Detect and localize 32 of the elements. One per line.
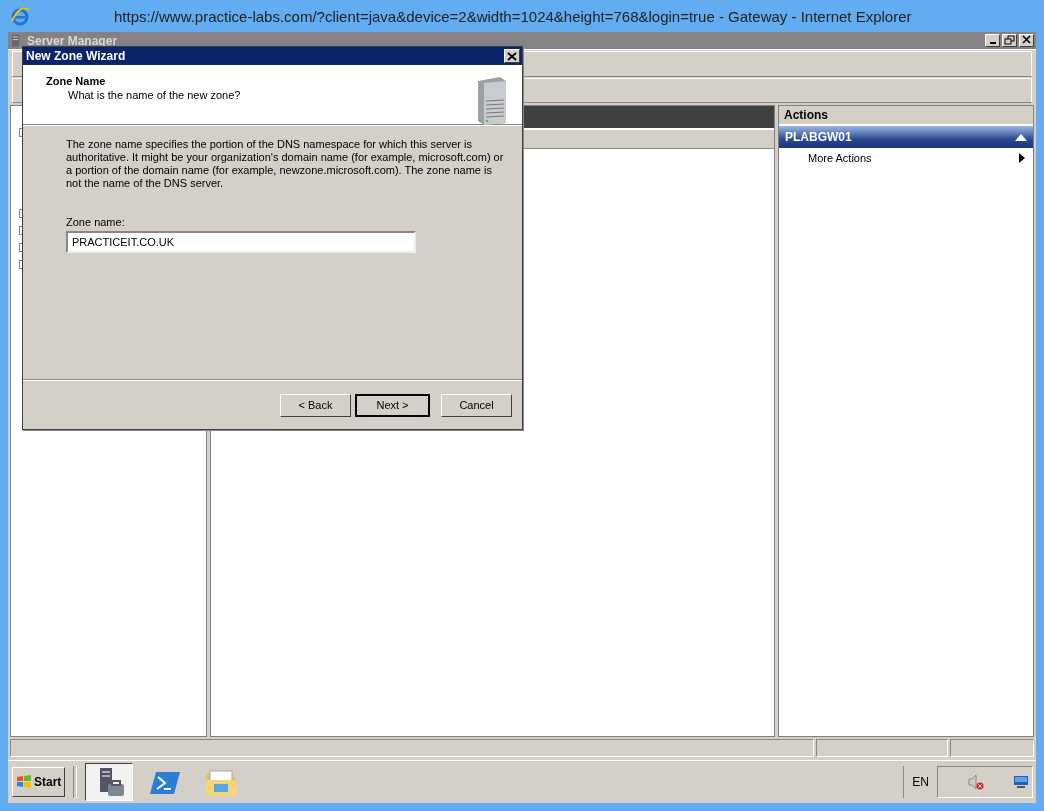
app-icon xyxy=(12,33,21,48)
monitor-icon[interactable] xyxy=(1014,776,1028,788)
action-link[interactable]: More Actions xyxy=(808,152,872,164)
window-title: https://www.practice-labs.com/?client=java&device=2&width=1024&height=768&login=true - Gateway - Internet Explorer xyxy=(114,7,912,25)
windows-logo-icon xyxy=(16,774,32,790)
minimize-button[interactable] xyxy=(985,34,1000,47)
browser-logo-icon xyxy=(10,6,30,26)
group-title: PLABGW01 xyxy=(785,130,852,144)
wizard-button[interactable]: Cancel xyxy=(441,393,512,417)
language-indicator[interactable]: EN xyxy=(903,766,937,798)
field-label: Zone name: xyxy=(66,216,126,228)
collapse-icon[interactable] xyxy=(1015,133,1027,141)
dialog-title: New Zone Wizard xyxy=(26,49,126,63)
wizard-button[interactable]: Next > xyxy=(355,393,430,417)
minimize-icon xyxy=(989,42,996,44)
zone-name-field[interactable]: PRACTICEIT.CO.UK xyxy=(66,231,416,253)
description-text: The zone name specifies the portion of the DNS namespace for which this server is authoritative. It might be your organization's domain name (for example, microsoft.com) or a portion of the domain name (for example, newzone.microsoft.com). The zone name is not the name of the DNS server. xyxy=(66,138,505,190)
restore-button[interactable] xyxy=(1002,34,1017,47)
close-button[interactable] xyxy=(504,49,520,63)
actions-group-header[interactable]: PLABGW01 xyxy=(779,126,1033,148)
page-subheading: What is the name of the new zone? xyxy=(68,89,241,101)
close-icon xyxy=(1022,35,1031,44)
wizard-button[interactable]: < Back xyxy=(280,393,351,417)
restore-icon xyxy=(1003,35,1016,46)
page-heading: Zone Name xyxy=(46,75,107,87)
actions-header: Actions xyxy=(779,106,1033,126)
app-title: Server Manager xyxy=(27,33,118,48)
close-icon xyxy=(507,51,517,61)
muted-speaker-icon[interactable] xyxy=(968,774,984,790)
submenu-arrow-icon xyxy=(1019,153,1025,163)
start-button[interactable]: Start xyxy=(12,767,66,797)
close-button[interactable] xyxy=(1019,34,1034,47)
